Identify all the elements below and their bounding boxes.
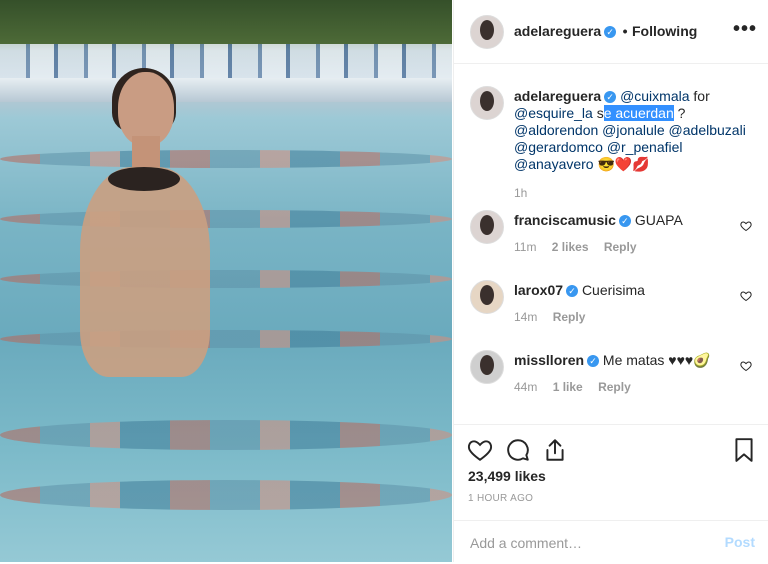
comment-item: larox07 ✓ Cuerisima 14m Reply (470, 280, 760, 350)
caption-time[interactable]: 1h (514, 185, 750, 202)
bookmark-icon[interactable] (731, 437, 757, 463)
commenter-avatar[interactable] (470, 350, 504, 384)
author-username[interactable]: adelareguera (514, 23, 601, 39)
caption-emoji: 😎❤️💋 (597, 156, 650, 172)
caption-fragment: for (689, 88, 710, 104)
verified-icon: ✓ (587, 355, 600, 368)
commenter-username[interactable]: franciscamusic (514, 212, 616, 228)
photo-ripple (0, 210, 452, 228)
reply-button[interactable]: Reply (598, 380, 631, 394)
photo-pool-tiles (0, 44, 452, 78)
heart-icon[interactable] (467, 437, 493, 463)
commenter-username[interactable]: misslloren (514, 352, 584, 368)
comment-meta: 44m 1 like Reply (514, 380, 643, 394)
comment-text: franciscamusic ✓ GUAPA (514, 212, 683, 228)
verified-icon: ✓ (604, 25, 617, 38)
mention-link[interactable]: @r_penafiel (607, 139, 683, 155)
photo-ripple (0, 330, 452, 348)
comment-time[interactable]: 44m (514, 380, 537, 394)
reply-button[interactable]: Reply (604, 240, 637, 254)
selected-text: e acuerdan (603, 105, 674, 121)
post-sidebar: adelareguera ✓ • Following ••• adelaregue… (453, 0, 768, 562)
author-avatar[interactable] (470, 15, 504, 49)
comments-list[interactable]: adelareguera ✓ @cuixmala for @esquire_la … (454, 64, 768, 424)
photo-hedge (0, 0, 452, 44)
mention-link[interactable]: @jonalule (602, 122, 664, 138)
mention-link[interactable]: @aldorendon (514, 122, 598, 138)
comment-input[interactable] (468, 531, 702, 555)
comment-body: Me matas ♥♥♥🥑 (602, 352, 711, 368)
add-comment-bar: Post (454, 520, 768, 564)
commenter-avatar[interactable] (470, 280, 504, 314)
comment-meta: 11m 2 likes Reply (514, 240, 649, 254)
photo-ripple (0, 420, 452, 450)
post-actions: 23,499 likes 1 HOUR AGO Post (454, 424, 768, 563)
comment-icon[interactable] (505, 437, 531, 463)
comment-text: larox07 ✓ Cuerisima (514, 282, 645, 298)
author-line: adelareguera ✓ • Following (514, 23, 697, 41)
heart-icon[interactable] (740, 360, 752, 372)
photo-pool-ledge (0, 78, 452, 102)
verified-icon: ✓ (604, 91, 617, 104)
mention-link[interactable]: @gerardomco (514, 139, 603, 155)
more-options-icon[interactable]: ••• (733, 18, 757, 41)
following-button[interactable]: Following (632, 23, 697, 39)
caption-fragment: s (592, 105, 604, 121)
mention-link[interactable]: @adelbuzali (669, 122, 746, 138)
reply-button[interactable]: Reply (553, 310, 586, 324)
photo-subject (70, 68, 220, 382)
post-button[interactable]: Post (725, 534, 755, 550)
mention-link[interactable]: @anayavero (514, 156, 594, 172)
comment-time[interactable]: 14m (514, 310, 537, 324)
mention-link[interactable]: @cuixmala (620, 88, 689, 104)
comment-body: Cuerisima (581, 282, 645, 298)
comment-item: franciscamusic ✓ GUAPA 11m 2 likes Reply (470, 210, 760, 280)
instagram-post-modal: adelareguera ✓ • Following ••• adelaregue… (0, 0, 768, 562)
like-count[interactable]: 23,499 likes (468, 468, 546, 484)
verified-icon: ✓ (566, 285, 579, 298)
comment-likes[interactable]: 2 likes (552, 240, 589, 254)
caption-username[interactable]: adelareguera (514, 88, 601, 104)
verified-icon: ✓ (618, 215, 631, 228)
caption-avatar[interactable] (470, 86, 504, 120)
share-icon[interactable] (542, 437, 568, 463)
post-photo[interactable] (0, 0, 452, 562)
heart-icon[interactable] (740, 220, 752, 232)
comment-item: misslloren ✓ Me matas ♥♥♥🥑 44m 1 like Rep… (470, 350, 760, 420)
caption-text: adelareguera ✓ @cuixmala for @esquire_la … (514, 88, 750, 202)
caption-fragment: ? (673, 105, 686, 121)
comment-time[interactable]: 11m (514, 240, 536, 254)
comment-body: GUAPA (634, 212, 683, 228)
photo-ripple (0, 270, 452, 288)
photo-ripple (0, 150, 452, 168)
post-header: adelareguera ✓ • Following ••• (454, 0, 768, 64)
heart-icon[interactable] (740, 290, 752, 302)
mention-link[interactable]: @esquire_la (514, 105, 593, 121)
commenter-avatar[interactable] (470, 210, 504, 244)
comment-likes[interactable]: 1 like (553, 380, 583, 394)
comment-meta: 14m Reply (514, 310, 597, 324)
photo-ripple (0, 480, 452, 510)
comment-text: misslloren ✓ Me matas ♥♥♥🥑 (514, 352, 711, 369)
post-timestamp[interactable]: 1 HOUR AGO (468, 493, 533, 504)
separator-dot: • (622, 23, 628, 39)
commenter-username[interactable]: larox07 (514, 282, 563, 298)
